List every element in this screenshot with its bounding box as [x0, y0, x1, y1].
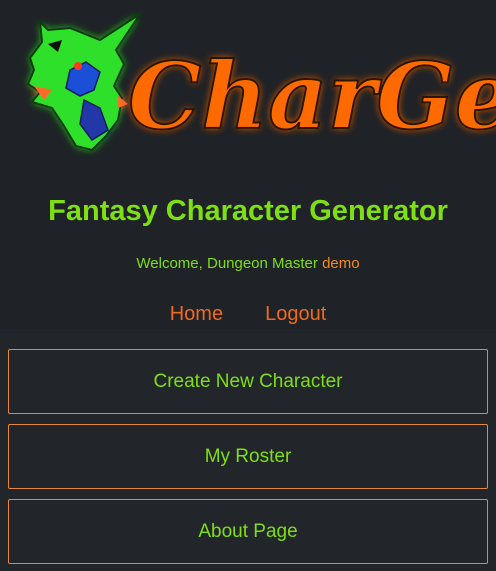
dragon-head-icon: [26, 13, 141, 152]
main-menu: Create New Character My Roster About Pag…: [0, 329, 496, 571]
create-character-button[interactable]: Create New Character: [8, 349, 488, 414]
page-title: Fantasy Character Generator: [48, 195, 448, 227]
top-nav: Home Logout: [0, 303, 496, 326]
my-roster-button[interactable]: My Roster: [8, 424, 488, 489]
site-header: CharGen Fantasy Character Generator Welc…: [0, 0, 496, 329]
welcome-text: Welcome, Dungeon Master: [136, 255, 318, 272]
logo-text: CharGen: [128, 42, 496, 150]
nav-logout-link[interactable]: Logout: [265, 303, 326, 326]
about-page-button[interactable]: About Page: [8, 499, 488, 564]
nav-home-link[interactable]: Home: [170, 303, 223, 326]
username: demo: [322, 255, 360, 272]
chargen-logo[interactable]: CharGen: [0, 0, 496, 160]
welcome-message: Welcome, Dungeon Master demo: [0, 255, 496, 272]
